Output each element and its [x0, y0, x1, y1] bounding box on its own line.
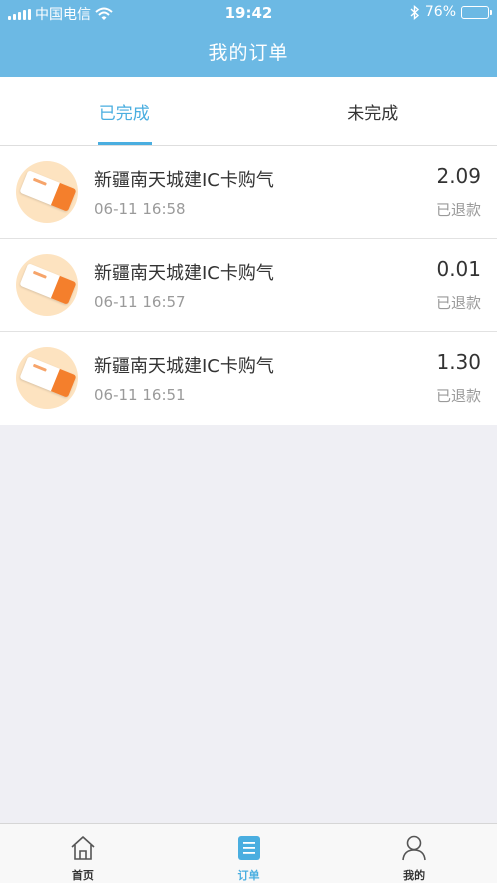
tabbar-home[interactable]: 首页 [0, 824, 166, 883]
bottom-tabbar: 首页 订单 我的 [0, 823, 497, 883]
order-name: 新疆南天城建IC卡购气 [94, 263, 274, 284]
order-list-icon [237, 836, 260, 860]
order-amount: 1.30 [436, 350, 481, 374]
order-time: 06-11 16:57 [94, 293, 186, 311]
order-item[interactable]: 新疆南天城建IC卡购气 06-11 16:57 0.01 已退款 [0, 239, 497, 332]
order-item[interactable]: 新疆南天城建IC卡购气 06-11 16:58 2.09 已退款 [0, 146, 497, 239]
order-list: 新疆南天城建IC卡购气 06-11 16:58 2.09 已退款 新疆南天城建I… [0, 146, 497, 425]
status-bar: 中国电信 19:42 76% [0, 0, 497, 26]
order-time: 06-11 16:58 [94, 200, 186, 218]
order-status: 已退款 [435, 201, 481, 219]
tabbar-orders-label: 订单 [237, 869, 260, 882]
order-time: 06-11 16:51 [94, 386, 186, 404]
order-status: 已退款 [435, 387, 481, 405]
order-status: 已退款 [435, 294, 481, 312]
app-header: 中国电信 19:42 76% 我的订单 [0, 0, 497, 77]
ic-card-thumbnail [16, 161, 78, 223]
tabbar-mine[interactable]: 我的 [331, 824, 497, 883]
tab-incomplete[interactable]: 未完成 [249, 77, 497, 145]
tab-completed[interactable]: 已完成 [0, 77, 249, 145]
battery-percent: 76% [424, 4, 456, 20]
order-amount: 0.01 [436, 257, 481, 281]
home-icon [71, 836, 95, 860]
order-tabs: 已完成 未完成 [0, 77, 497, 146]
status-right: 76% [410, 4, 492, 20]
tab-completed-label: 已完成 [98, 104, 150, 124]
tabbar-orders[interactable]: 订单 [166, 824, 332, 883]
page-title: 我的订单 [208, 42, 289, 64]
bluetooth-icon [410, 4, 419, 20]
battery-icon [461, 5, 492, 19]
order-item[interactable]: 新疆南天城建IC卡购气 06-11 16:51 1.30 已退款 [0, 332, 497, 425]
tabbar-mine-label: 我的 [403, 869, 426, 882]
order-name: 新疆南天城建IC卡购气 [94, 170, 274, 191]
order-name: 新疆南天城建IC卡购气 [94, 356, 274, 377]
tab-incomplete-label: 未完成 [347, 104, 399, 124]
order-amount: 2.09 [436, 164, 481, 188]
ic-card-thumbnail [16, 347, 78, 409]
tabbar-home-label: 首页 [71, 869, 94, 882]
user-icon [402, 835, 426, 861]
ic-card-thumbnail [16, 254, 78, 316]
